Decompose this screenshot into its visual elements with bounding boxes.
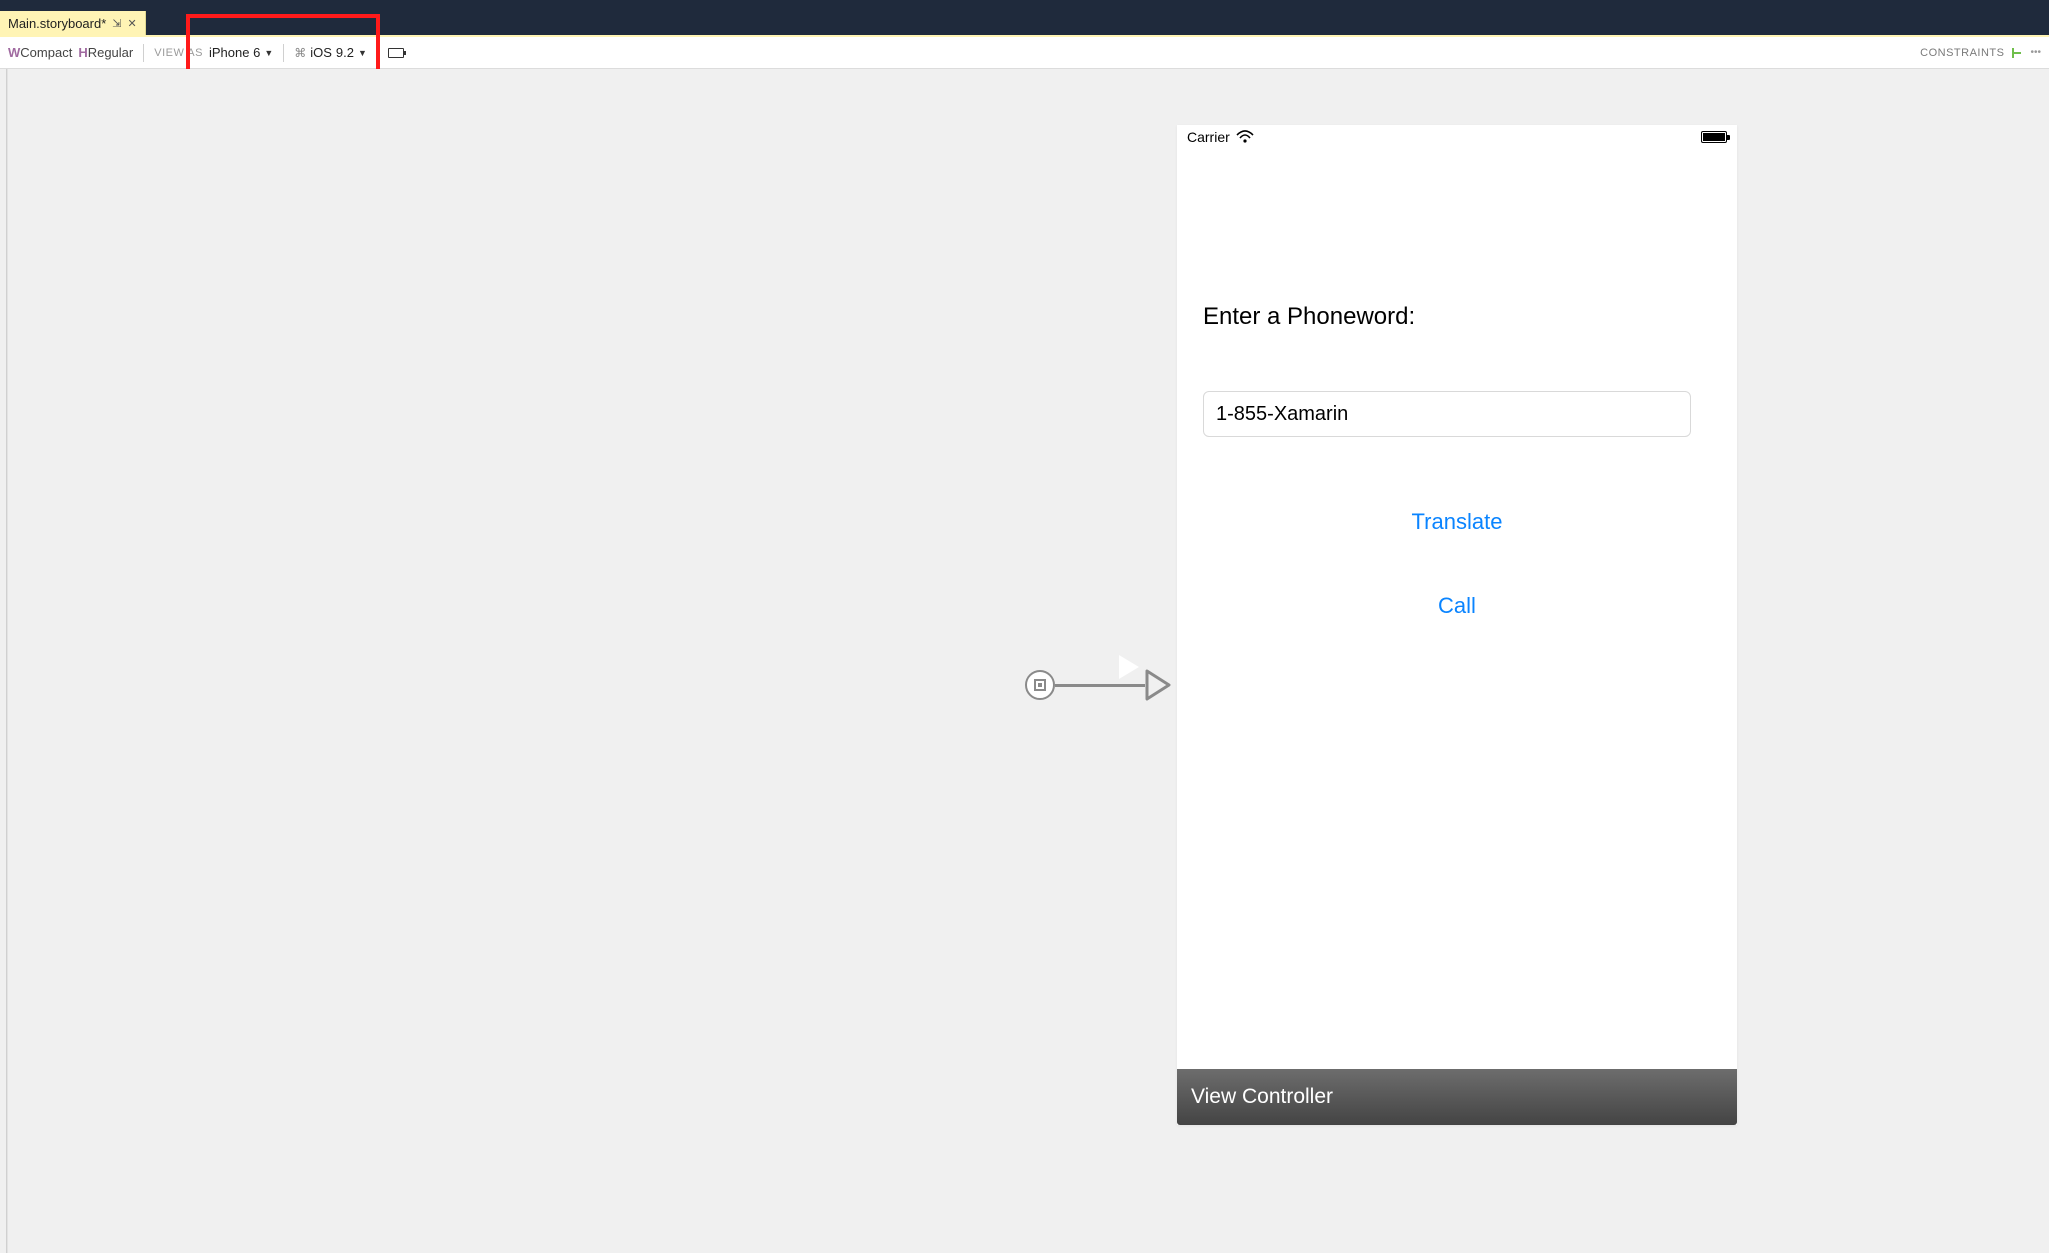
battery-icon <box>1701 131 1727 143</box>
toolbar-separator <box>377 44 378 62</box>
size-class-width[interactable]: WCompact <box>8 45 72 60</box>
caret-down-icon: ▼ <box>358 48 367 58</box>
designer-toolbar: WCompact HRegular VIEW AS iPhone 6 ▼ ⌘ i… <box>0 37 2049 69</box>
size-class-h-value: Regular <box>88 45 134 60</box>
pin-icon[interactable]: ⇲ <box>112 17 121 30</box>
scene-dock[interactable]: View Controller <box>1177 1069 1737 1125</box>
ios-version-dropdown[interactable]: ⌘ iOS 9.2 ▼ <box>294 45 367 60</box>
canvas-left-guide <box>7 69 8 1253</box>
orientation-landscape-icon[interactable] <box>388 48 404 58</box>
constraints-icon[interactable] <box>2010 46 2024 60</box>
size-class-w-value: Compact <box>20 45 72 60</box>
segue-line <box>1055 684 1145 687</box>
view-controller-root-view[interactable]: Enter a Phoneword: Translate Call <box>1177 149 1737 643</box>
call-button[interactable]: Call <box>1203 593 1711 619</box>
size-class-w-prefix: W <box>8 45 20 60</box>
document-tab-main-storyboard[interactable]: Main.storyboard* ⇲ ✕ <box>0 11 146 35</box>
device-canvas-iphone[interactable]: Carrier Enter a Ph <box>1177 125 1737 1125</box>
wifi-icon <box>1236 130 1254 144</box>
device-dropdown-value: iPhone 6 <box>209 45 260 60</box>
document-tab-title: Main.storyboard* <box>8 16 106 31</box>
more-icon[interactable]: ••• <box>2030 51 2041 55</box>
toolbar-separator <box>143 44 144 62</box>
carrier-label: Carrier <box>1187 129 1230 145</box>
arrow-right-icon <box>1145 667 1175 703</box>
constraints-label: CONSTRAINTS <box>1920 47 2004 59</box>
storyboard-canvas[interactable]: Carrier Enter a Ph <box>6 69 2049 1253</box>
initial-view-controller-segue[interactable] <box>1025 659 1175 711</box>
scene-dock-title: View Controller <box>1191 1085 1333 1109</box>
ios-version-value: 9.2 <box>336 45 354 60</box>
device-dropdown[interactable]: iPhone 6 ▼ <box>209 45 273 60</box>
phoneword-textfield[interactable] <box>1203 391 1691 437</box>
close-icon[interactable]: ✕ <box>128 17 137 30</box>
segue-source-icon <box>1025 670 1055 700</box>
phoneword-label[interactable]: Enter a Phoneword: <box>1203 303 1711 331</box>
toolbar-separator <box>283 44 284 62</box>
translate-button[interactable]: Translate <box>1203 509 1711 535</box>
apple-icon: ⌘ <box>294 46 306 60</box>
size-class-h-prefix: H <box>78 45 87 60</box>
toolbar-right: CONSTRAINTS ••• <box>1920 46 2041 60</box>
document-tab-strip: Main.storyboard* ⇲ ✕ <box>0 11 2049 35</box>
caret-down-icon: ▼ <box>264 48 273 58</box>
window-titlebar <box>0 0 2049 11</box>
view-as-label: VIEW AS <box>154 47 203 59</box>
ios-label: iOS <box>310 45 332 60</box>
status-bar: Carrier <box>1177 125 1737 149</box>
size-class-height[interactable]: HRegular <box>78 45 133 60</box>
